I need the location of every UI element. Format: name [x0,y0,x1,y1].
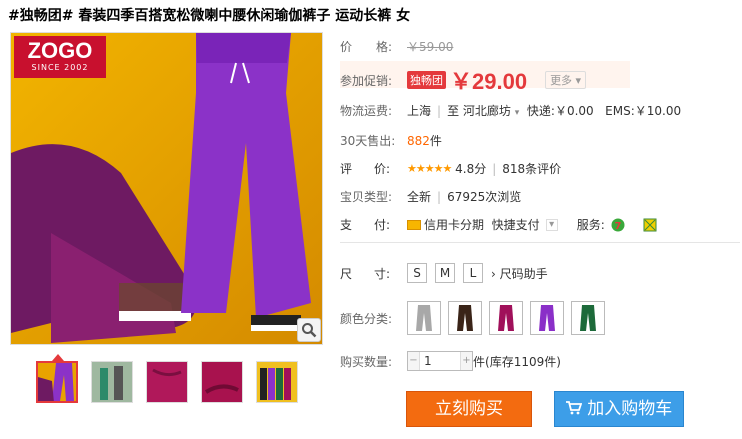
rating-label-2: 价: [373,162,390,176]
quantity-unit: 件 [473,354,486,369]
pants-swatch-icon [580,305,596,331]
rating-score: 4.8分 [455,162,487,176]
quantity-stepper[interactable]: − 1 + [407,351,473,371]
services-label: 服务: [576,218,605,232]
rating-stars: ★★★★★ [407,162,452,175]
more-promos-button[interactable]: 更多 ▾ [545,71,587,89]
shipping-label: 物流运费: [340,104,393,118]
color-option-grey[interactable] [407,301,441,335]
buy-now-button[interactable]: 立刻购买 [406,391,532,427]
pants-swatch-icon [539,305,555,331]
quick-pay-link[interactable]: 快捷支付 [492,216,540,233]
color-label: 颜色分类: [340,311,393,326]
promo-tag: 独畅团 [407,71,446,89]
seven-day-return-icon[interactable]: 7 [611,218,625,232]
add-to-cart-button[interactable]: 加入购物车 [554,391,684,427]
quantity-increase[interactable]: + [461,352,472,370]
product-title: #独畅团# 春装四季百搭宽松微喇中腰休闲瑜伽裤子 运动长裤 女 [8,8,411,24]
sales-unit: 件 [429,134,442,148]
original-price: ￥59.00 [407,40,454,54]
thumbnail-5[interactable] [256,361,298,403]
size-label-1: 尺 [340,266,353,281]
color-option-coffee[interactable] [448,301,482,335]
size-option-l[interactable]: L [463,263,483,283]
quantity-label: 购买数量: [340,354,393,369]
item-type-value: 全新 [407,190,432,204]
guarantee-icon[interactable] [643,218,657,232]
payment-label-2: 付: [373,218,390,232]
stock-count: (库存1109件) [485,354,561,369]
view-count: 67925次浏览 [447,190,522,204]
promo-label: 参加促销: [340,73,393,88]
reviews-link[interactable]: 818条评价 [502,160,561,177]
color-option-rose-red[interactable] [489,301,523,335]
quantity-input[interactable]: 1 [419,352,461,370]
price-label: 价 格: [340,40,393,54]
payment-label-1: 支 [340,218,353,232]
brand-logo: ZOGO SINCE 2002 [14,36,106,78]
ems-fee: EMS:￥10.00 [605,104,682,118]
express-fee: 快递:￥0.00 [526,104,594,118]
sales-count: 882 [407,133,430,148]
main-product-image[interactable] [10,32,323,345]
ship-from: 上海 [407,104,432,118]
payment-dropdown-icon[interactable]: ▾ [545,218,558,231]
thumbnail-3[interactable] [146,361,188,403]
pants-swatch-icon [416,305,432,331]
svg-text:7: 7 [614,221,621,232]
size-option-m[interactable]: M [435,263,455,283]
quantity-decrease[interactable]: − [408,352,419,370]
size-label-2: 寸: [373,266,390,281]
size-helper-link[interactable]: › 尺码助手 [491,265,548,282]
pants-swatch-icon [498,305,514,331]
installment-link[interactable]: 信用卡分期 [424,216,484,233]
item-type-label: 宝贝类型: [340,190,393,204]
thumbnail-strip [36,361,298,403]
color-option-purple[interactable] [530,301,564,335]
color-option-green[interactable] [571,301,605,335]
thumbnail-1[interactable] [36,361,78,403]
sales-label: 30天售出: [340,134,396,148]
magnifier-icon [302,323,317,338]
credit-card-icon [407,219,421,230]
ship-to-select[interactable]: 河北廊坊 ▾ [463,102,519,119]
section-divider [340,242,740,243]
cart-icon [565,401,583,415]
pants-swatch-icon [457,305,473,331]
promo-price: ￥29.00 [450,69,528,94]
zoom-button[interactable] [297,318,321,342]
rating-label-1: 评 [340,162,353,176]
thumbnail-4[interactable] [201,361,243,403]
thumbnail-2[interactable] [91,361,133,403]
ship-to-prefix: 至 [447,104,460,118]
thumbnail-active-caret [52,354,64,361]
size-option-s[interactable]: S [407,263,427,283]
